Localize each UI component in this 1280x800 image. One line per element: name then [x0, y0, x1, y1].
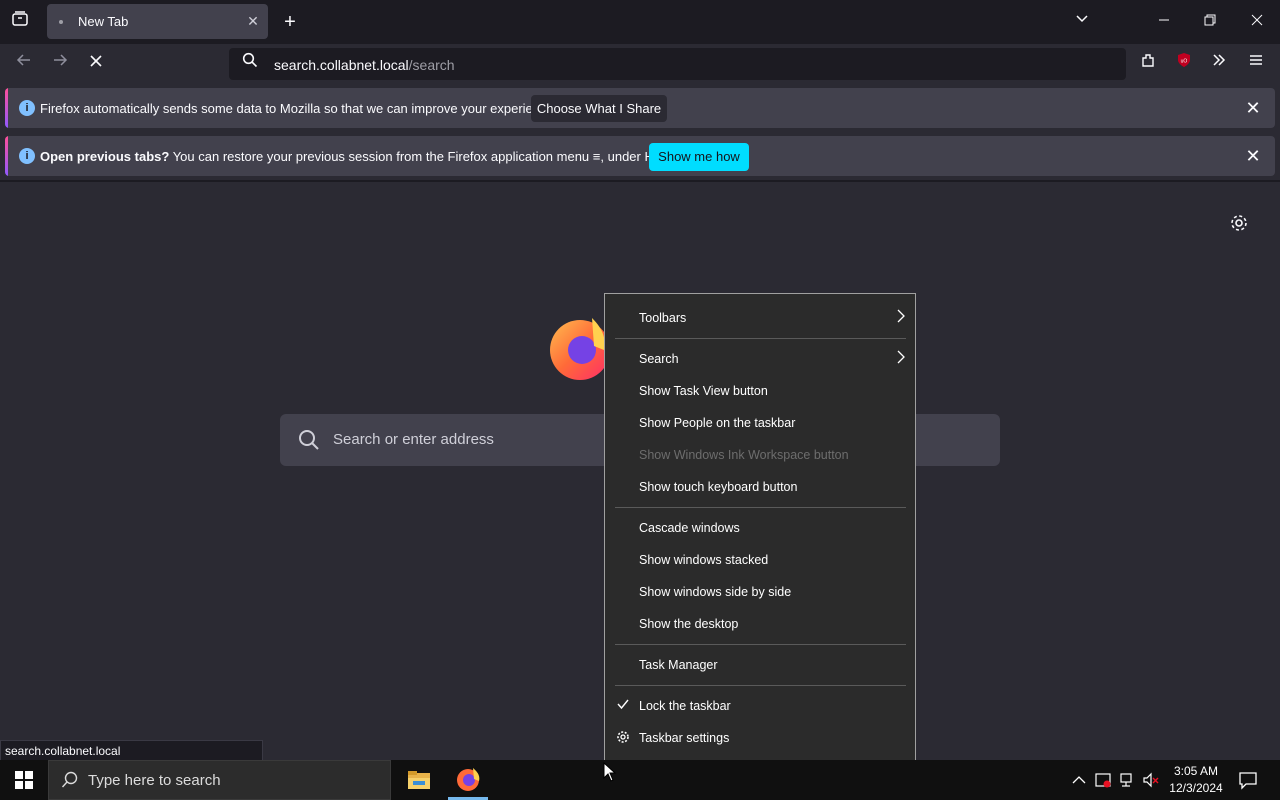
security-icon[interactable] — [1094, 771, 1112, 789]
menu-item-cascade[interactable]: Cascade windows — [639, 521, 740, 535]
back-icon[interactable] — [12, 52, 36, 76]
tab-favicon — [59, 20, 63, 24]
menu-item-people[interactable]: Show People on the taskbar — [639, 416, 795, 430]
chevron-right-icon — [896, 308, 906, 327]
close-icon[interactable]: ✕ — [1241, 144, 1265, 168]
menu-item-search[interactable]: Search — [639, 352, 679, 366]
info-icon: i — [19, 100, 35, 116]
gear-icon[interactable] — [1228, 212, 1250, 234]
search-placeholder: Search or enter address — [333, 431, 494, 448]
chevron-up-icon[interactable] — [1071, 772, 1087, 788]
volume-muted-icon[interactable] — [1142, 771, 1160, 789]
tab-new-tab[interactable]: New Tab ✕ — [47, 4, 268, 39]
choose-what-i-share-button[interactable]: Choose What I Share — [531, 95, 667, 122]
menu-item-taskbar-settings[interactable]: Taskbar settings — [639, 731, 729, 745]
menu-item-show-desktop[interactable]: Show the desktop — [639, 617, 738, 631]
svg-text:uO: uO — [1181, 59, 1188, 65]
divider — [0, 180, 1280, 182]
tab-strip: New Tab ✕ + — [0, 0, 1280, 44]
restore-session-notification: i Open previous tabs? You can restore yo… — [5, 136, 1275, 176]
status-url: search.collabnet.local — [5, 744, 121, 758]
menu-item-touch-keyboard[interactable]: Show touch keyboard button — [639, 480, 797, 494]
menu-item-lock-taskbar[interactable]: Lock the taskbar — [639, 699, 731, 713]
windows-start-icon[interactable] — [14, 770, 34, 790]
gear-icon — [616, 730, 630, 749]
notification-message: Open previous tabs? You can restore your… — [40, 149, 688, 164]
network-icon[interactable] — [1118, 771, 1136, 789]
notification-message: Firefox automatically sends some data to… — [40, 101, 558, 116]
close-icon[interactable]: ✕ — [243, 11, 263, 31]
taskbar-context-menu: Toolbars Search Show Task View button Sh… — [604, 293, 916, 762]
mouse-cursor-icon — [603, 761, 617, 782]
taskbar-search-placeholder: Type here to search — [88, 772, 221, 789]
search-icon — [238, 52, 262, 76]
system-clock[interactable]: 3:05 AM 12/3/2024 — [1165, 763, 1227, 797]
info-icon: i — [19, 148, 35, 164]
search-icon — [298, 429, 320, 451]
close-icon[interactable]: ✕ — [1241, 96, 1265, 120]
menu-separator — [615, 338, 906, 339]
plus-icon[interactable]: + — [278, 10, 302, 34]
notification-icon[interactable] — [1238, 770, 1258, 790]
stop-icon[interactable] — [84, 52, 108, 76]
menu-item-ink-workspace: Show Windows Ink Workspace button — [639, 448, 849, 462]
url-text: search.collabnet.local/search — [274, 57, 455, 73]
menu-icon[interactable] — [1244, 52, 1268, 76]
menu-separator — [615, 507, 906, 508]
status-panel: search.collabnet.local — [0, 740, 263, 761]
extensions-icon[interactable] — [1136, 52, 1160, 76]
menu-item-task-manager[interactable]: Task Manager — [639, 658, 718, 672]
file-explorer-icon[interactable] — [407, 768, 431, 792]
clock-date: 12/3/2024 — [1169, 781, 1223, 795]
data-collection-notification: i Firefox automatically sends some data … — [5, 88, 1275, 128]
menu-item-side-by-side[interactable]: Show windows side by side — [639, 585, 791, 599]
notification-accent — [5, 88, 8, 128]
window-close-icon[interactable] — [1245, 10, 1269, 34]
minimize-icon[interactable] — [1152, 10, 1176, 34]
tab-title: New Tab — [78, 14, 129, 29]
chevron-down-icon[interactable] — [1070, 10, 1094, 34]
notification-accent — [5, 136, 8, 176]
chevron-right-icon — [896, 349, 906, 368]
menu-item-toolbars[interactable]: Toolbars — [639, 311, 686, 325]
menu-item-stacked[interactable]: Show windows stacked — [639, 553, 768, 567]
check-icon — [616, 697, 630, 716]
tab-list-icon[interactable] — [8, 10, 32, 34]
menu-item-task-view[interactable]: Show Task View button — [639, 384, 768, 398]
overflow-icon[interactable] — [1207, 52, 1231, 76]
search-icon — [61, 771, 79, 789]
forward-icon[interactable] — [48, 52, 72, 76]
ublock-icon[interactable]: uO — [1172, 52, 1196, 76]
menu-separator — [615, 644, 906, 645]
show-me-how-button[interactable]: Show me how — [649, 143, 749, 171]
clock-time: 3:05 AM — [1173, 764, 1219, 778]
menu-separator — [615, 685, 906, 686]
taskbar-search-box[interactable]: Type here to search — [48, 760, 391, 800]
url-bar[interactable]: search.collabnet.local/search — [229, 48, 1126, 80]
restore-icon[interactable] — [1198, 10, 1222, 34]
firefox-taskbar-icon[interactable] — [455, 767, 481, 793]
firefox-logo — [548, 316, 612, 380]
